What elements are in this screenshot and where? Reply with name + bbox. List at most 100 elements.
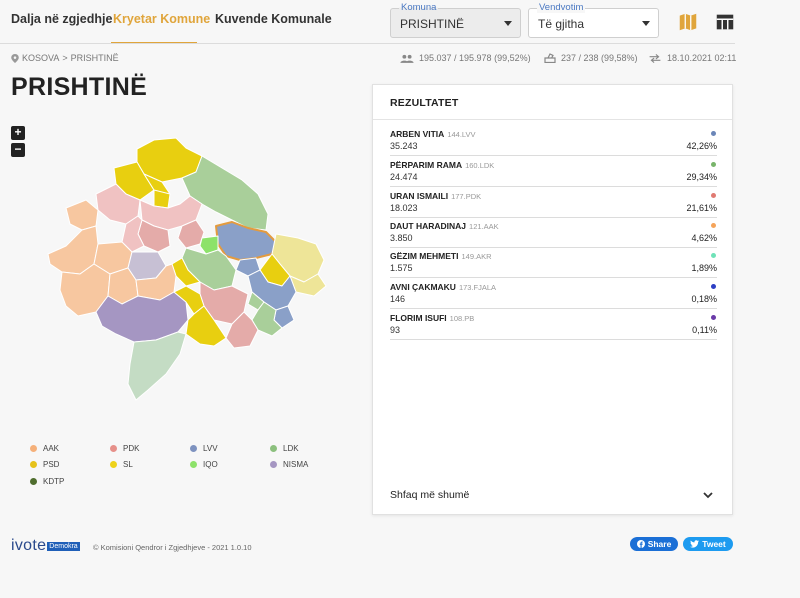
candidate-percent: 0,11% [692, 325, 717, 335]
candidate-row[interactable]: FLORIM ISUFI 108.PB 93 0,11% [390, 313, 717, 340]
chevron-down-icon [642, 21, 650, 26]
swap-arrows-icon [649, 53, 661, 63]
candidate-name: URAN ISMAILI 177.PDK [390, 191, 481, 201]
candidate-row[interactable]: PËRPARIM RAMA 160.LDK 24.474 29,34% [390, 160, 717, 187]
candidate-name: ARBEN VITIA 144.LVV [390, 129, 476, 139]
voters-stat: 195.037 / 195.978 (99,52%) [400, 53, 531, 63]
candidate-votes: 35.243 [390, 141, 418, 151]
candidate-name-text: URAN ISMAILI [390, 191, 449, 201]
twitter-tweet-button[interactable]: Tweet [683, 537, 733, 551]
legend-label: AAK [43, 444, 60, 453]
party-color-dot [711, 162, 716, 167]
kosovo-results-map[interactable] [36, 134, 336, 406]
breadcrumb: KOSOVA > PRISHTINË [11, 53, 119, 63]
candidate-row[interactable]: DAUT HARADINAJ 121.AAK 3.850 4,62% [390, 221, 717, 248]
candidate-row[interactable]: AVNI ÇAKMAKU 173.FJALA 146 0,18% [390, 282, 717, 309]
candidate-row[interactable]: URAN ISMAILI 177.PDK 18.023 21,61% [390, 191, 717, 218]
tab-mayor[interactable]: Kryetar Komune [113, 12, 210, 26]
stations-stat: 237 / 238 (99,58%) [544, 53, 638, 63]
location-pin-icon [11, 53, 19, 63]
info-bar: KOSOVA > PRISHTINË 195.037 / 195.978 (99… [0, 48, 740, 66]
polling-station-select[interactable]: Vendvotim Të gjitha [528, 2, 659, 38]
twitter-icon [690, 540, 700, 548]
candidate-name-text: GËZIM MEHMETI [390, 251, 459, 261]
region-dragash[interactable] [127, 331, 187, 401]
region-pristina[interactable] [215, 221, 277, 261]
stations-count: 237 / 238 (99,58%) [561, 53, 638, 63]
results-panel: REZULTATET ARBEN VITIA 144.LVV 35.243 42,… [372, 84, 733, 515]
candidate-percent: 4,62% [691, 233, 717, 243]
updated-stat: 18.10.2021 02:11 [648, 53, 736, 63]
legend-item-iqo: IQO [190, 460, 218, 469]
candidate-name-text: ARBEN VITIA [390, 129, 445, 139]
party-color-dot [711, 284, 716, 289]
legend-label: LDK [283, 444, 299, 453]
candidate-party: 121.AAK [469, 222, 499, 231]
legend-label: LVV [203, 444, 218, 453]
candidate-party: 173.FJALA [458, 283, 497, 292]
zoom-out-button[interactable]: − [11, 143, 25, 157]
candidate-party: 108.PB [449, 314, 475, 323]
tab-turnout[interactable]: Dalja në zgjedhje [11, 12, 112, 26]
chevron-down-icon[interactable] [702, 489, 714, 501]
municipality-select[interactable]: Komuna PRISHTINË [390, 2, 521, 38]
candidate-percent: 21,61% [686, 203, 717, 213]
map-icon[interactable] [677, 11, 699, 33]
legend-label: IQO [203, 460, 218, 469]
candidate-row[interactable]: GËZIM MEHMETI 149.AKR 1.575 1,89% [390, 251, 717, 278]
page-title: PRISHTINË [11, 73, 148, 101]
party-color-dot [711, 315, 716, 320]
candidate-name: GËZIM MEHMETI 149.AKR [390, 251, 492, 261]
tab-municipal-assembly[interactable]: Kuvende Komunale [215, 12, 332, 26]
candidate-name-text: DAUT HARADINAJ [390, 221, 467, 231]
logo-text: ivote [11, 537, 47, 554]
party-color-dot [711, 253, 716, 258]
party-color-dot [711, 131, 716, 136]
party-color-dot [711, 193, 716, 198]
region-istog[interactable] [65, 199, 99, 231]
candidate-row[interactable]: ARBEN VITIA 144.LVV 35.243 42,26% [390, 129, 717, 156]
table-icon[interactable] [714, 11, 736, 33]
breadcrumb-separator: > [62, 53, 68, 63]
candidate-party: 144.LVV [447, 130, 476, 139]
nav-divider [0, 43, 735, 44]
candidate-party: 160.LDK [465, 161, 495, 170]
legend-item-psd: PSD [30, 460, 59, 469]
candidate-votes: 3.850 [390, 233, 413, 243]
legend-dot [190, 445, 197, 452]
legend-dot [190, 461, 197, 468]
facebook-share-button[interactable]: Share [630, 537, 678, 551]
candidate-name-text: FLORIM ISUFI [390, 313, 447, 323]
candidate-votes: 24.474 [390, 172, 418, 182]
candidate-votes: 1.575 [390, 263, 413, 273]
candidate-votes: 93 [390, 325, 401, 335]
candidate-percent: 0,18% [691, 294, 717, 304]
legend-item-nisma: NISMA [270, 460, 308, 469]
candidate-percent: 42,26% [686, 141, 717, 151]
chevron-down-icon [504, 21, 512, 26]
candidate-name: FLORIM ISUFI 108.PB [390, 313, 474, 323]
legend-item-ldk: LDK [270, 444, 299, 453]
breadcrumb-country[interactable]: KOSOVA [22, 53, 59, 63]
zoom-in-button[interactable]: + [11, 126, 25, 140]
ivote-logo[interactable]: ivote Demokra [11, 537, 80, 555]
copyright-text: © Komisioni Qendror i Zgjedhjeve - 2021 … [93, 543, 252, 552]
last-updated: 18.10.2021 02:11 [667, 53, 737, 63]
legend-label: NISMA [283, 460, 309, 469]
candidate-name: AVNI ÇAKMAKU 173.FJALA [390, 282, 496, 292]
candidate-percent: 1,89% [691, 263, 717, 273]
legend-item-pdk: PDK [110, 444, 139, 453]
candidate-votes: 146 [390, 294, 406, 304]
candidate-percent: 29,34% [686, 172, 717, 182]
legend-label: SL [123, 460, 133, 469]
legend-dot [30, 478, 37, 485]
legend-dot [110, 461, 117, 468]
show-more-button[interactable]: Shfaq më shumë [390, 489, 469, 501]
results-divider [373, 119, 732, 120]
candidate-party: 149.AKR [461, 252, 492, 261]
legend-dot [270, 461, 277, 468]
ballot-box-icon [544, 53, 556, 63]
legend-dot [30, 461, 37, 468]
candidate-votes: 18.023 [390, 203, 418, 213]
candidate-name: DAUT HARADINAJ 121.AAK [390, 221, 499, 231]
